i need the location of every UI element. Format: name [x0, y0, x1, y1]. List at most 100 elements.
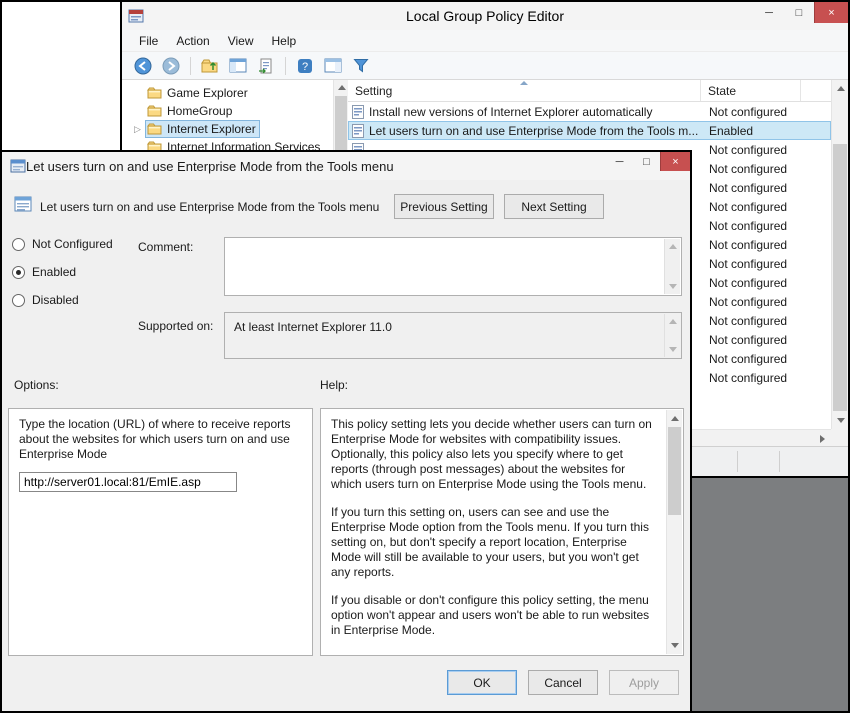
next-setting-button[interactable]: Next Setting — [504, 194, 604, 219]
help-scrollbar[interactable] — [666, 410, 682, 654]
scroll-up-icon[interactable] — [334, 80, 348, 95]
policy-state-radio-group: Not Configured Enabled Disabled — [12, 236, 113, 320]
editor-menubar: FileActionViewHelp — [122, 30, 848, 52]
scroll-up-icon[interactable] — [832, 80, 848, 97]
scroll-up-icon[interactable] — [665, 314, 681, 329]
setting-state: Not configured — [701, 181, 831, 195]
toolbar-separator — [190, 57, 191, 75]
setting-state: Not configured — [701, 238, 831, 252]
setting-state: Not configured — [701, 200, 831, 214]
menu-item[interactable]: File — [130, 32, 167, 50]
dialog-app-icon — [10, 159, 26, 174]
editor-maximize-button[interactable]: □ — [784, 2, 814, 23]
policy-state-radio[interactable]: Disabled — [12, 292, 113, 308]
up-one-level-icon[interactable] — [199, 55, 221, 77]
ok-button[interactable]: OK — [447, 670, 517, 695]
policy-setting-name: Let users turn on and use Enterprise Mod… — [40, 200, 392, 214]
setting-state: Not configured — [701, 257, 831, 271]
list-scrollbar-thumb[interactable] — [833, 144, 847, 411]
folder-icon — [147, 87, 162, 99]
scroll-down-icon[interactable] — [832, 412, 848, 429]
dialog-title: Let users turn on and use Enterprise Mod… — [26, 159, 394, 174]
options-label: Options: — [14, 378, 59, 392]
setting-state: Not configured — [701, 276, 831, 290]
forward-icon[interactable] — [160, 55, 182, 77]
options-description: Type the location (URL) of where to rece… — [19, 417, 302, 462]
setting-state: Not configured — [701, 352, 831, 366]
policy-state-radio[interactable]: Not Configured — [12, 236, 113, 252]
help-paragraph: If you turn this setting on, users can s… — [331, 505, 657, 580]
policy-state-radio[interactable]: Enabled — [12, 264, 113, 280]
mmc-app-icon — [128, 8, 144, 24]
help-panel[interactable]: This policy setting lets you decide whet… — [320, 408, 684, 656]
menu-item[interactable]: Action — [167, 32, 218, 50]
menu-item[interactable]: View — [219, 32, 263, 50]
scroll-down-icon[interactable] — [667, 637, 683, 654]
scroll-right-icon[interactable] — [814, 430, 831, 446]
radio-label: Enabled — [32, 265, 76, 279]
status-bar-divider — [737, 451, 738, 472]
sort-ascending-icon — [520, 81, 528, 85]
dialog-close-button[interactable]: × — [660, 152, 690, 171]
dialog-maximize-button[interactable]: □ — [633, 152, 660, 171]
tree-item[interactable]: Game Explorer — [122, 84, 348, 102]
console-tree-icon[interactable] — [227, 55, 249, 77]
help-paragraph: This policy setting lets you decide whet… — [331, 417, 657, 492]
radio-button-icon[interactable] — [12, 294, 25, 307]
help-scrollbar-thumb[interactable] — [668, 427, 681, 515]
cancel-button[interactable]: Cancel — [528, 670, 598, 695]
column-header-state[interactable]: State — [701, 80, 801, 101]
report-url-input[interactable] — [19, 472, 237, 492]
radio-label: Disabled — [32, 293, 79, 307]
scrollbar-corner — [831, 429, 848, 446]
setting-state: Not configured — [701, 371, 831, 385]
setting-state: Not configured — [701, 219, 831, 233]
supported-on-label: Supported on: — [138, 319, 213, 333]
setting-state: Enabled — [701, 124, 831, 138]
help-text: This policy setting lets you decide whet… — [331, 417, 657, 638]
editor-titlebar: Local Group Policy Editor ─ □ × — [122, 2, 848, 30]
supported-on-value: At least Internet Explorer 11.0 — [234, 320, 392, 334]
tree-item[interactable]: HomeGroup — [122, 102, 348, 120]
export-list-icon[interactable] — [255, 55, 277, 77]
policy-setting-row[interactable]: Install new versions of Internet Explore… — [348, 102, 831, 121]
list-header: Setting State — [348, 80, 848, 102]
setting-state: Not configured — [701, 143, 831, 157]
comment-scrollbar[interactable] — [664, 239, 680, 294]
list-vertical-scrollbar[interactable] — [831, 80, 848, 429]
tree-scrollbar-thumb[interactable] — [335, 96, 347, 151]
tree-expander-icon[interactable] — [134, 124, 146, 135]
policy-setting-row[interactable]: Let users turn on and use Enterprise Mod… — [348, 121, 831, 140]
editor-close-button[interactable]: × — [814, 2, 848, 23]
help-label: Help: — [320, 378, 348, 392]
status-bar-divider — [779, 451, 780, 472]
desktop-background — [692, 478, 848, 711]
scroll-down-icon[interactable] — [665, 342, 681, 357]
editor-minimize-button[interactable]: ─ — [754, 2, 784, 23]
column-header-setting[interactable]: Setting — [348, 80, 701, 101]
back-icon[interactable] — [132, 55, 154, 77]
radio-button-icon[interactable] — [12, 238, 25, 251]
screenshot-root: Local Group Policy Editor ─ □ × FileActi… — [0, 0, 850, 713]
radio-button-icon[interactable] — [12, 266, 25, 279]
comment-textarea[interactable] — [224, 237, 682, 296]
tree-item-label: Internet Explorer — [167, 122, 256, 136]
scroll-down-icon[interactable] — [665, 279, 681, 294]
previous-setting-button[interactable]: Previous Setting — [394, 194, 494, 219]
options-panel: Type the location (URL) of where to rece… — [8, 408, 313, 656]
scroll-up-icon[interactable] — [665, 239, 681, 254]
help-paragraph: If you disable or don't configure this p… — [331, 593, 657, 638]
editor-toolbar: ? — [122, 52, 848, 80]
dialog-body: Let users turn on and use Enterprise Mod… — [2, 180, 690, 711]
menu-item[interactable]: Help — [263, 32, 306, 50]
tree-item-label: Game Explorer — [167, 86, 248, 100]
help-icon[interactable]: ? — [294, 55, 316, 77]
dialog-minimize-button[interactable]: ─ — [606, 152, 633, 171]
policy-setting-dialog: Let users turn on and use Enterprise Mod… — [0, 150, 692, 713]
scroll-up-icon[interactable] — [667, 410, 683, 427]
tree-item[interactable]: Internet Explorer — [122, 120, 348, 138]
supported-scrollbar[interactable] — [664, 314, 680, 357]
setting-state: Not configured — [701, 162, 831, 176]
filter-icon[interactable] — [350, 55, 372, 77]
extended-view-icon[interactable] — [322, 55, 344, 77]
